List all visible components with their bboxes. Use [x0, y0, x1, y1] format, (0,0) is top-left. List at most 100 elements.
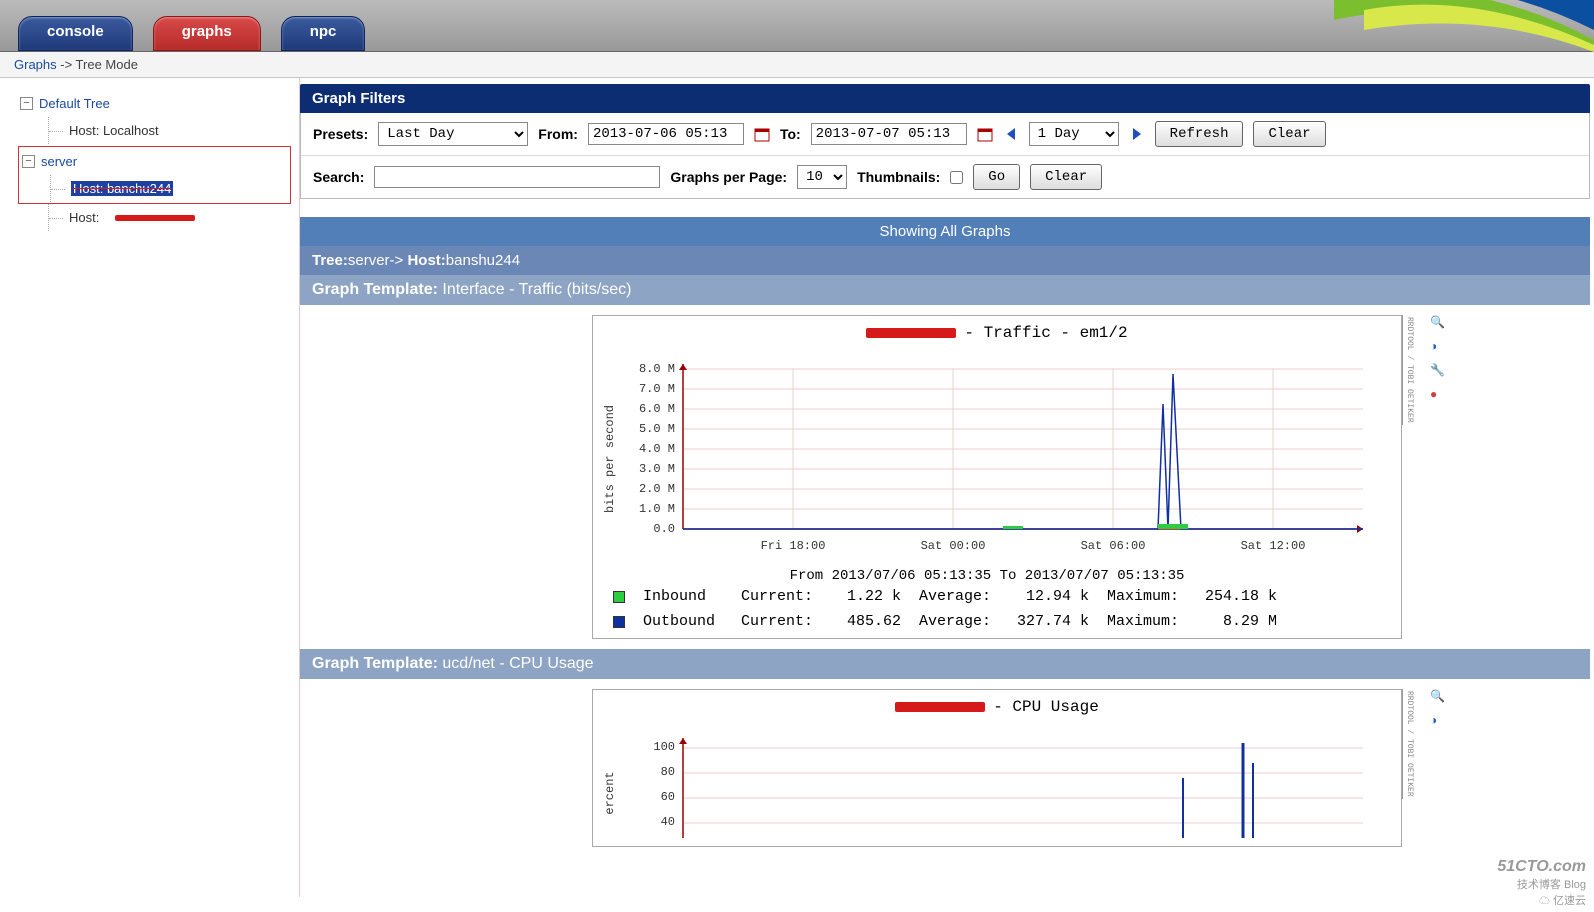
svg-text:Sat 12:00: Sat 12:00 [1241, 539, 1306, 553]
tree-path-bar: Tree:server-> Host:banshu244 [300, 246, 1590, 275]
graph-plot-area: ercent 100806040 [593, 724, 1401, 846]
graph-template-header-2: Graph Template: ucd/net - CPU Usage [300, 649, 1590, 679]
tree-label: server [41, 154, 77, 169]
template-value: Interface - Traffic (bits/sec) [442, 281, 631, 298]
template-label: Graph Template: [312, 655, 442, 672]
prev-arrow-icon[interactable] [1003, 126, 1019, 142]
graph-plot-area: bits per second 8.0 M7.0 M6.0 M 5.0 M4.0… [593, 350, 1401, 588]
graph-filters-panel: Presets: Last Day From: To: 1 Day Refres… [300, 113, 1590, 199]
inbound-series [1158, 524, 1188, 529]
svg-text:ercent: ercent [603, 771, 617, 814]
graph-title: - CPU Usage [593, 690, 1401, 724]
zoom-icon[interactable]: 🔍 [1430, 315, 1445, 329]
svg-text:8.0 M: 8.0 M [639, 362, 675, 376]
calendar-icon[interactable] [977, 126, 993, 142]
legend-inbound: Inbound [643, 588, 723, 605]
clear-button[interactable]: Clear [1253, 121, 1325, 147]
legend-color-inbound [613, 591, 625, 603]
graph-template-header-1: Graph Template: Interface - Traffic (bit… [300, 275, 1590, 305]
rrdtool-strip: RRDTOOL / TOBI OETIKER [1402, 315, 1416, 425]
svg-text:2.0 M: 2.0 M [639, 482, 675, 496]
graphs-per-page-label: Graphs per Page: [670, 169, 787, 185]
template-label: Graph Template: [312, 281, 442, 298]
svg-text:4.0 M: 4.0 M [639, 442, 675, 456]
svg-text:3.0 M: 3.0 M [639, 462, 675, 476]
legend-outbound: Outbound [643, 613, 723, 630]
path-tree-label: Tree: [312, 252, 348, 269]
search-label: Search: [313, 169, 364, 185]
breadcrumb-suffix: -> Tree Mode [57, 57, 138, 72]
status-bar: Showing All Graphs [300, 217, 1590, 246]
collapse-icon[interactable]: − [20, 97, 33, 110]
thumbnails-label: Thumbnails: [857, 169, 940, 185]
svg-text:40: 40 [661, 815, 675, 829]
nav-tabs: console graphs npc [18, 16, 365, 51]
graph-caption: From 2013/07/06 05:13:35 To 2013/07/07 0… [603, 568, 1371, 584]
legend-outbound-current: 485.62 [831, 613, 901, 630]
tree-node-host-banshu244[interactable]: Host: banchu244 [50, 175, 289, 202]
tab-npc[interactable]: npc [281, 16, 366, 51]
presets-select[interactable]: Last Day [378, 122, 528, 146]
svg-text:0.0: 0.0 [653, 522, 675, 536]
collapse-icon[interactable]: − [22, 155, 35, 168]
tree-label-selected: Host: banchu244 [71, 181, 173, 196]
svg-text:Fri 18:00: Fri 18:00 [761, 539, 826, 553]
graph-traffic[interactable]: - Traffic - em1/2 bits per second 8.0 M7… [592, 315, 1402, 639]
go-button[interactable]: Go [973, 164, 1020, 190]
graph-cpu[interactable]: - CPU Usage ercent 100806040 [592, 689, 1402, 847]
y-axis-label: bits per second [603, 405, 617, 513]
svg-text:5.0 M: 5.0 M [639, 422, 675, 436]
graph-row-1: - Traffic - em1/2 bits per second 8.0 M7… [300, 305, 1590, 649]
legend-inbound-current: 1.22 k [831, 588, 901, 605]
rrdtool-strip: RRDTOOL / TOBI OETIKER [1402, 689, 1416, 799]
timespan-select[interactable]: 1 Day [1029, 122, 1119, 146]
traffic-chart-svg: bits per second 8.0 M7.0 M6.0 M 5.0 M4.0… [603, 354, 1363, 564]
tree-node-default-tree[interactable]: − Default Tree [18, 90, 291, 117]
circle-icon[interactable]: ● [1430, 387, 1445, 401]
from-input[interactable] [588, 123, 744, 145]
csv-export-icon[interactable]: ◑ [1430, 713, 1445, 727]
graphs-per-page-select[interactable]: 10 [797, 165, 847, 189]
tree-sidebar: − Default Tree Host: Localhost − server … [0, 78, 300, 897]
calendar-icon[interactable] [754, 126, 770, 142]
presets-label: Presets: [313, 126, 368, 142]
tree-node-host-localhost[interactable]: Host: Localhost [48, 117, 291, 144]
legend-average-label: Average: [919, 588, 991, 605]
top-bar: console graphs npc [0, 0, 1594, 52]
svg-text:Sat 00:00: Sat 00:00 [921, 539, 986, 553]
refresh-button[interactable]: Refresh [1155, 121, 1244, 147]
thumbnails-checkbox[interactable] [950, 171, 963, 184]
legend-maximum-label: Maximum: [1107, 588, 1179, 605]
redacted-text [115, 215, 195, 221]
tab-console[interactable]: console [18, 16, 133, 51]
legend-average-label: Average: [919, 613, 991, 630]
redacted-text [866, 328, 956, 338]
graph-title-suffix: - Traffic - em1/2 [964, 324, 1127, 342]
legend-outbound-average: 327.74 k [1009, 613, 1089, 630]
graph-title: - Traffic - em1/2 [593, 316, 1401, 350]
zoom-icon[interactable]: 🔍 [1430, 689, 1445, 703]
wrench-icon[interactable]: 🔧 [1430, 363, 1445, 377]
csv-export-icon[interactable]: ◑ [1430, 339, 1445, 353]
legend-color-outbound [613, 616, 625, 628]
logo-swoosh [1314, 0, 1594, 52]
tab-graphs[interactable]: graphs [153, 16, 261, 51]
legend-inbound-maximum: 254.18 k [1197, 588, 1277, 605]
search-input[interactable] [374, 166, 660, 188]
tree-node-server[interactable]: − server [20, 148, 289, 175]
path-tree-value: server-> [348, 252, 408, 269]
clear-button-2[interactable]: Clear [1030, 164, 1102, 190]
graph-legend: Outbound Current: 485.62 Average: 327.74… [593, 613, 1401, 638]
path-host-label: Host: [407, 252, 445, 269]
tree-node-host-other[interactable]: Host: [48, 204, 291, 231]
svg-text:6.0 M: 6.0 M [639, 402, 675, 416]
graph-row-2: - CPU Usage ercent 100806040 [300, 679, 1590, 857]
to-input[interactable] [811, 123, 967, 145]
main-content: Graph Filters Presets: Last Day From: To… [300, 78, 1594, 897]
next-arrow-icon[interactable] [1129, 126, 1145, 142]
svg-text:80: 80 [661, 765, 675, 779]
breadcrumb-link-graphs[interactable]: Graphs [14, 57, 57, 72]
breadcrumb: Graphs -> Tree Mode [0, 52, 1594, 78]
graph-filters-header: Graph Filters [300, 84, 1590, 113]
watermark: 51CTO.com 技术博客 Blog ☁ 亿速云 [1497, 858, 1586, 908]
